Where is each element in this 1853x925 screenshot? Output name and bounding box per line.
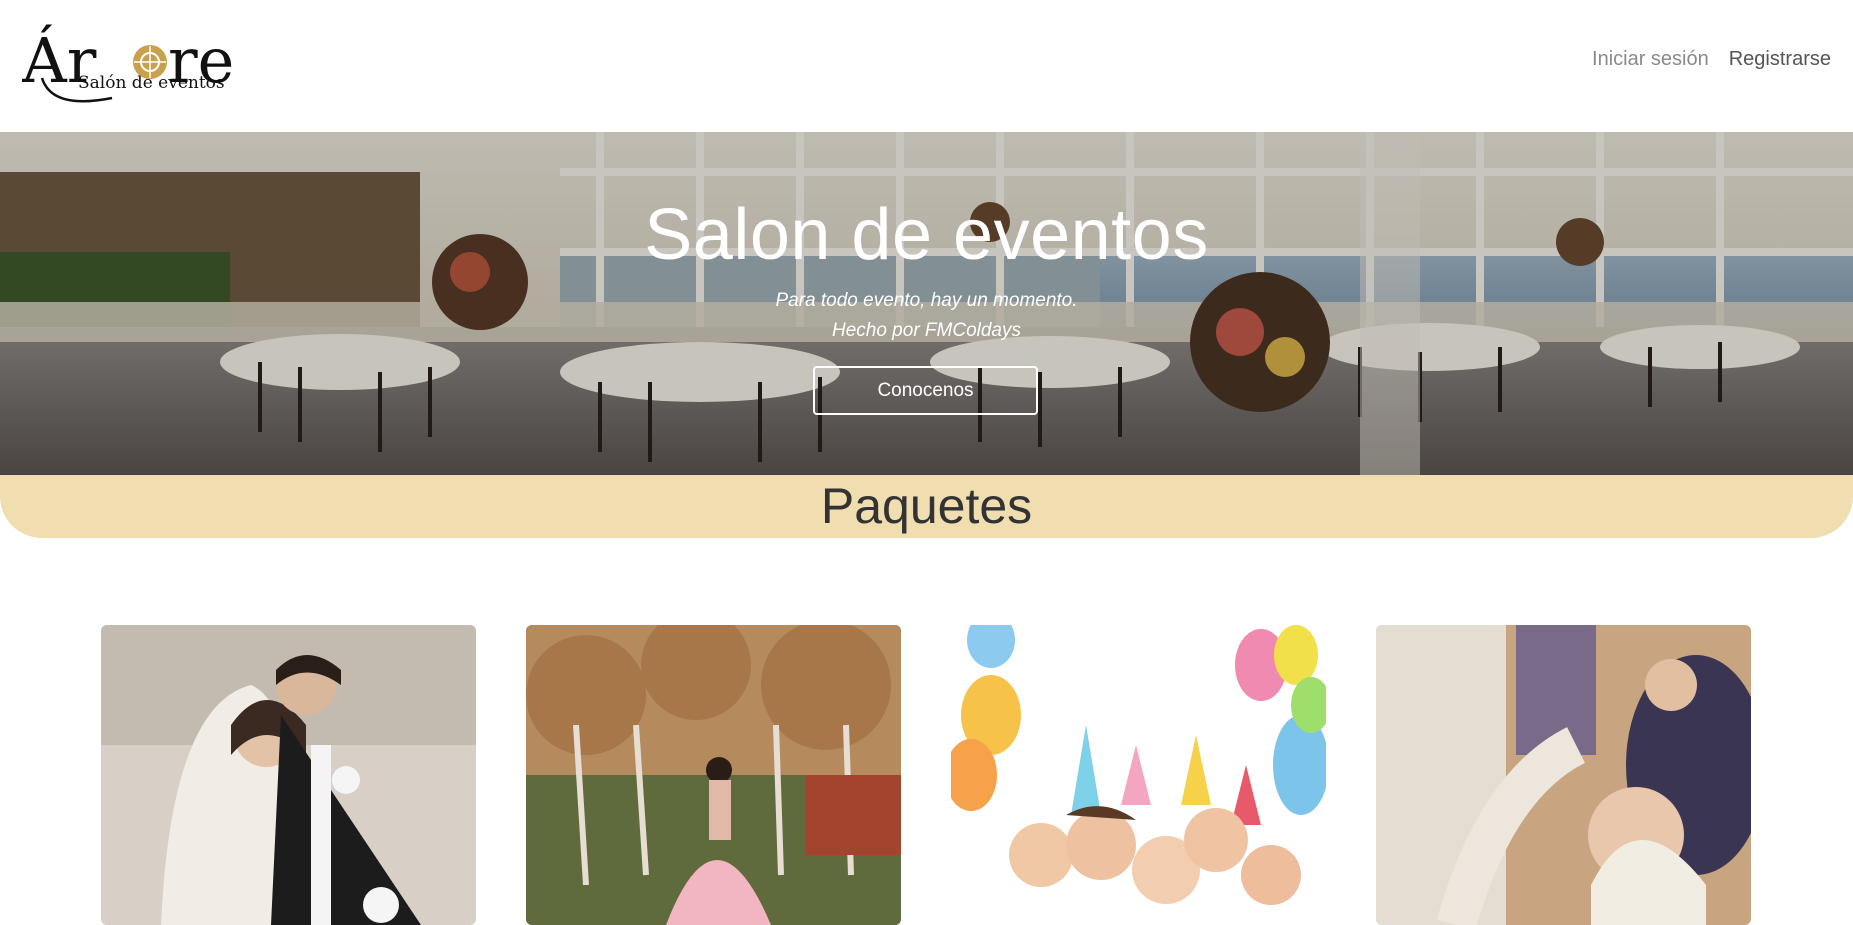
logo-subtitle: Salón de eventos: [78, 73, 225, 93]
hero-banner: Salon de eventos Para todo evento, hay u…: [0, 132, 1853, 475]
hero-subtitle-line1: Para todo evento, hay un momento.: [775, 290, 1078, 311]
packages-cards: [101, 625, 1751, 925]
hero-subtitle-line2: Hecho por FMColdays: [831, 320, 1022, 341]
baptism-baby-photo: [1376, 625, 1751, 925]
conocenos-button[interactable]: Conocenos: [813, 366, 1038, 415]
packages-title: Paquetes: [820, 478, 1033, 534]
quinceanera-dress-photo: [526, 625, 901, 925]
package-card-wedding[interactable]: [101, 625, 476, 925]
package-card-baptism[interactable]: [1376, 625, 1751, 925]
wedding-couple-photo: [101, 625, 476, 925]
nav-links: Iniciar sesión Registrarse: [1592, 48, 1831, 71]
navbar: Ár re Salón de eventos Iniciar sesión Re…: [0, 0, 1853, 132]
package-card-quinceanera[interactable]: [526, 625, 901, 925]
hero-title: Salon de eventos: [644, 195, 1209, 275]
packages-band: Paquetes: [0, 475, 1853, 538]
kids-birthday-party-photo: [951, 625, 1326, 925]
login-link[interactable]: Iniciar sesión: [1592, 48, 1709, 71]
package-card-birthday[interactable]: [951, 625, 1326, 925]
register-link[interactable]: Registrarse: [1729, 48, 1831, 71]
